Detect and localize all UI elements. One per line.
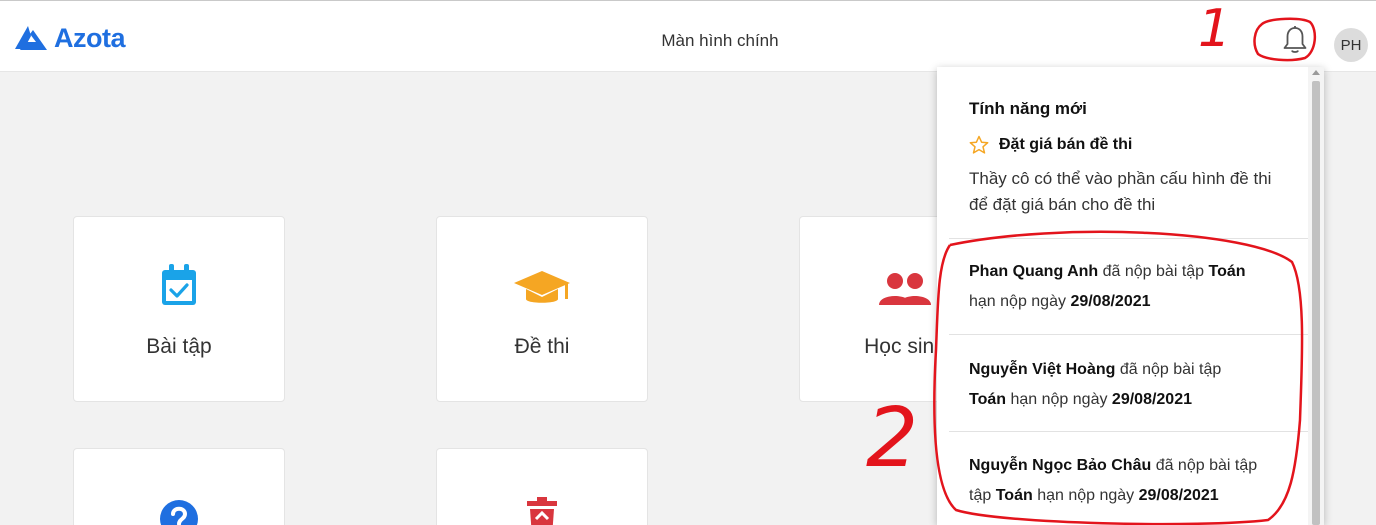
divider: [949, 334, 1309, 335]
student-name: Nguyễn Ngọc Bảo Châu: [969, 457, 1152, 474]
new-feature-description: Thầy cô có thể vào phần cấu hình đề thi …: [969, 169, 1272, 214]
annotation-number-2: 2: [866, 391, 918, 486]
notification-action-cont: tập: [969, 487, 992, 504]
notification-item[interactable]: Nguyễn Ngọc Bảo Châu đã nộp bài tập tập …: [969, 451, 1299, 511]
deadline-label: hạn nộp ngày: [969, 293, 1066, 310]
bell-icon[interactable]: [1282, 25, 1308, 55]
new-feature-title: Đặt giá bán đề thi: [999, 136, 1133, 153]
subject: Toán: [995, 487, 1033, 504]
notification-item[interactable]: Phan Quang Anh đã nộp bài tập Toán hạn n…: [969, 257, 1299, 317]
graduation-cap-icon: [514, 271, 570, 303]
tile-label: Bài tập: [146, 335, 212, 358]
divider: [949, 431, 1309, 432]
tile-help[interactable]: [73, 448, 285, 525]
notification-scrollbar[interactable]: [1308, 67, 1324, 525]
top-header: Azota Màn hình chính PH: [0, 0, 1376, 72]
notification-action: đã nộp bài tập: [1119, 361, 1222, 378]
users-icon: [879, 273, 931, 305]
tile-label: Đề thi: [514, 335, 570, 358]
divider: [949, 238, 1309, 239]
deadline-date: 29/08/2021: [1138, 487, 1219, 504]
new-feature-title-row[interactable]: Đặt giá bán đề thi: [969, 135, 1289, 155]
star-outline-icon: [969, 135, 989, 154]
deadline-label: hạn nộp ngày: [1037, 487, 1135, 504]
student-name: Nguyễn Việt Hoàng: [969, 361, 1116, 378]
trash-icon: [527, 497, 557, 525]
deadline-label: hạn nộp ngày: [1010, 391, 1108, 408]
notification-dropdown[interactable]: Tính năng mới Đặt giá bán đề thi Thầy cô…: [937, 67, 1324, 525]
page-title: Màn hình chính: [661, 31, 779, 50]
notification-action: đã nộp bài tập: [1102, 263, 1205, 280]
notification-item[interactable]: Nguyễn Việt Hoàng đã nộp bài tập Toán hạ…: [969, 355, 1299, 415]
deadline-date: 29/08/2021: [1070, 293, 1151, 310]
scroll-up-arrow-icon[interactable]: [1312, 70, 1320, 75]
calendar-check-icon: [162, 264, 196, 305]
subject: Toán: [969, 391, 1007, 408]
question-circle-icon: [160, 500, 198, 525]
tile-assignments[interactable]: Bài tập: [73, 216, 285, 402]
notification-action: đã nộp bài tập: [1155, 457, 1258, 474]
deadline-date: 29/08/2021: [1111, 391, 1192, 408]
tile-trash[interactable]: [436, 448, 648, 525]
subject: Toán: [1208, 263, 1246, 280]
student-name: Phan Quang Anh: [969, 263, 1099, 280]
user-avatar[interactable]: PH: [1334, 28, 1368, 62]
notification-section-title: Tính năng mới: [969, 99, 1087, 118]
tile-exams[interactable]: Đề thi: [436, 216, 648, 402]
scrollbar-thumb[interactable]: [1312, 81, 1320, 525]
